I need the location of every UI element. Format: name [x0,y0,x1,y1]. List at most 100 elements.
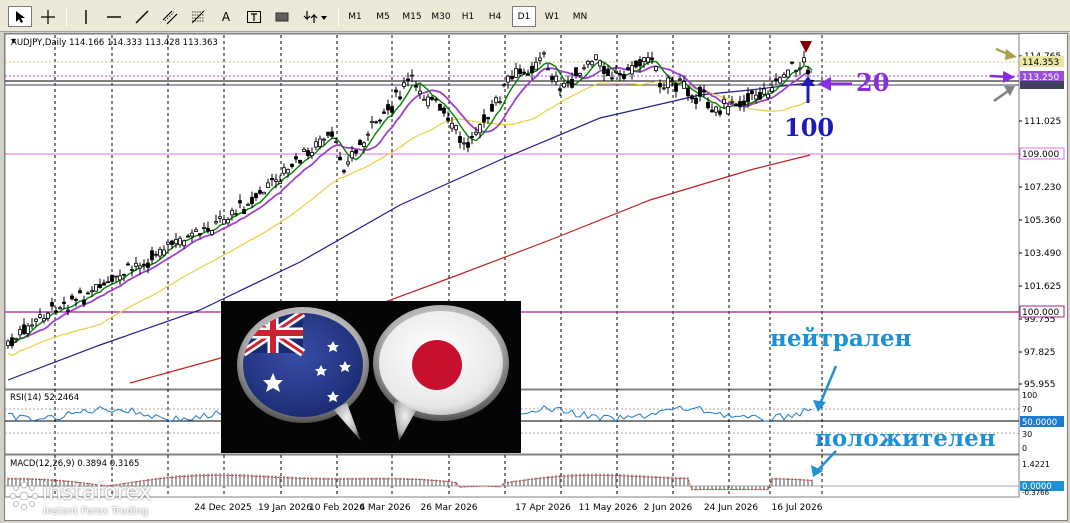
rsi-tag-text: 50.0000 [1022,418,1057,428]
candle-body [634,60,638,68]
rsi-label-70: 70 [1022,405,1032,414]
candle-body [58,307,62,310]
candle-body [426,96,430,107]
candle-body [730,101,734,104]
candle-body [222,219,226,225]
candle-body [118,275,122,281]
rsi-label-100: 100 [1022,391,1037,400]
candle-body [162,249,166,256]
candle-body [362,142,366,147]
candle-body [750,90,754,95]
candle-body [558,88,562,91]
candle-body [446,117,450,121]
candle-body [166,241,170,245]
candle-body [638,59,642,67]
candle-body [578,72,582,76]
candle-body [562,82,566,88]
candle-body [538,57,542,61]
candle-body [38,314,42,318]
candle-body [502,84,506,87]
candle-body [402,82,406,87]
candle-body [710,109,714,113]
candle-body [450,122,454,129]
macd-label-bottom: -0.3766 [1022,489,1050,497]
candle-body [714,106,718,113]
price-label: 107.230 [1024,183,1061,193]
candle-body [650,57,654,61]
candle-body [110,274,114,282]
price-tag-109000-text: 109.000 [1022,150,1059,160]
candle-body [678,78,682,81]
candle-body [318,138,322,147]
date-label: 2 Jun 2026 [644,503,693,513]
candle-body [618,73,622,76]
candle-body [742,100,746,106]
date-label: 19 Jan 2026 [258,503,312,513]
candle-body [78,290,82,294]
candle-body [734,104,738,107]
candle-body [206,227,210,232]
candle-body [486,117,490,120]
candle-body [766,93,770,99]
candle-body [746,93,750,103]
candle-body [410,74,414,77]
candle-body [774,78,778,81]
candle-body [534,61,538,71]
annotation-rsi-neutral: нейтрален [770,325,912,352]
candle-body [610,77,614,80]
price-tag-dark [1020,81,1064,89]
annotation-ma100: 100 [784,113,835,142]
candle-body [14,337,18,340]
candle-body [550,76,554,80]
candle-body [674,83,678,92]
date-label: 11 May 2026 [579,503,638,513]
candle-body [566,81,570,84]
candle-body [494,97,498,104]
candle-body [454,125,458,131]
candle-body [470,136,474,138]
price-label: 103.490 [1024,249,1061,259]
candle-body [414,85,418,88]
candle-body [526,73,530,76]
candle-body [98,284,102,288]
candle-body [582,67,586,70]
candle-body [398,96,402,100]
candle-body [466,142,470,148]
candle-body [726,106,730,115]
date-label: 10 Feb 2026 [309,503,365,513]
chart-header: AUDJPY,Daily 114.166 114.333 113.428 113… [11,38,218,48]
candle-body [622,74,626,79]
candle-body [762,88,766,95]
candle-body [646,57,650,63]
candle-body [342,170,346,173]
candle-body [702,90,706,93]
candle-body [418,90,422,95]
candle-body [374,121,378,124]
candle-body [334,141,338,144]
candle-body [274,179,278,182]
candle-body [86,292,90,295]
candle-body [574,67,578,76]
candle-body [126,263,130,266]
candle-body [422,98,426,101]
flags-image [221,301,521,453]
candle-body [614,70,618,73]
candle-body [158,248,162,257]
candle-body [146,262,150,268]
candle-body [458,136,462,143]
candle-body [254,193,258,199]
candle-body [266,182,270,188]
candle-body [142,263,146,266]
candle-body [358,140,362,146]
candle-body [230,210,234,216]
candle-body [314,141,318,148]
candle-body [46,312,50,319]
candle-body [670,80,674,83]
candle-body [154,253,158,256]
candle-body [246,203,250,206]
candle-body [798,67,802,70]
candle-body [306,150,310,157]
price-label: 105.360 [1024,216,1061,226]
candle-body [758,91,762,100]
candle-body [322,138,326,141]
